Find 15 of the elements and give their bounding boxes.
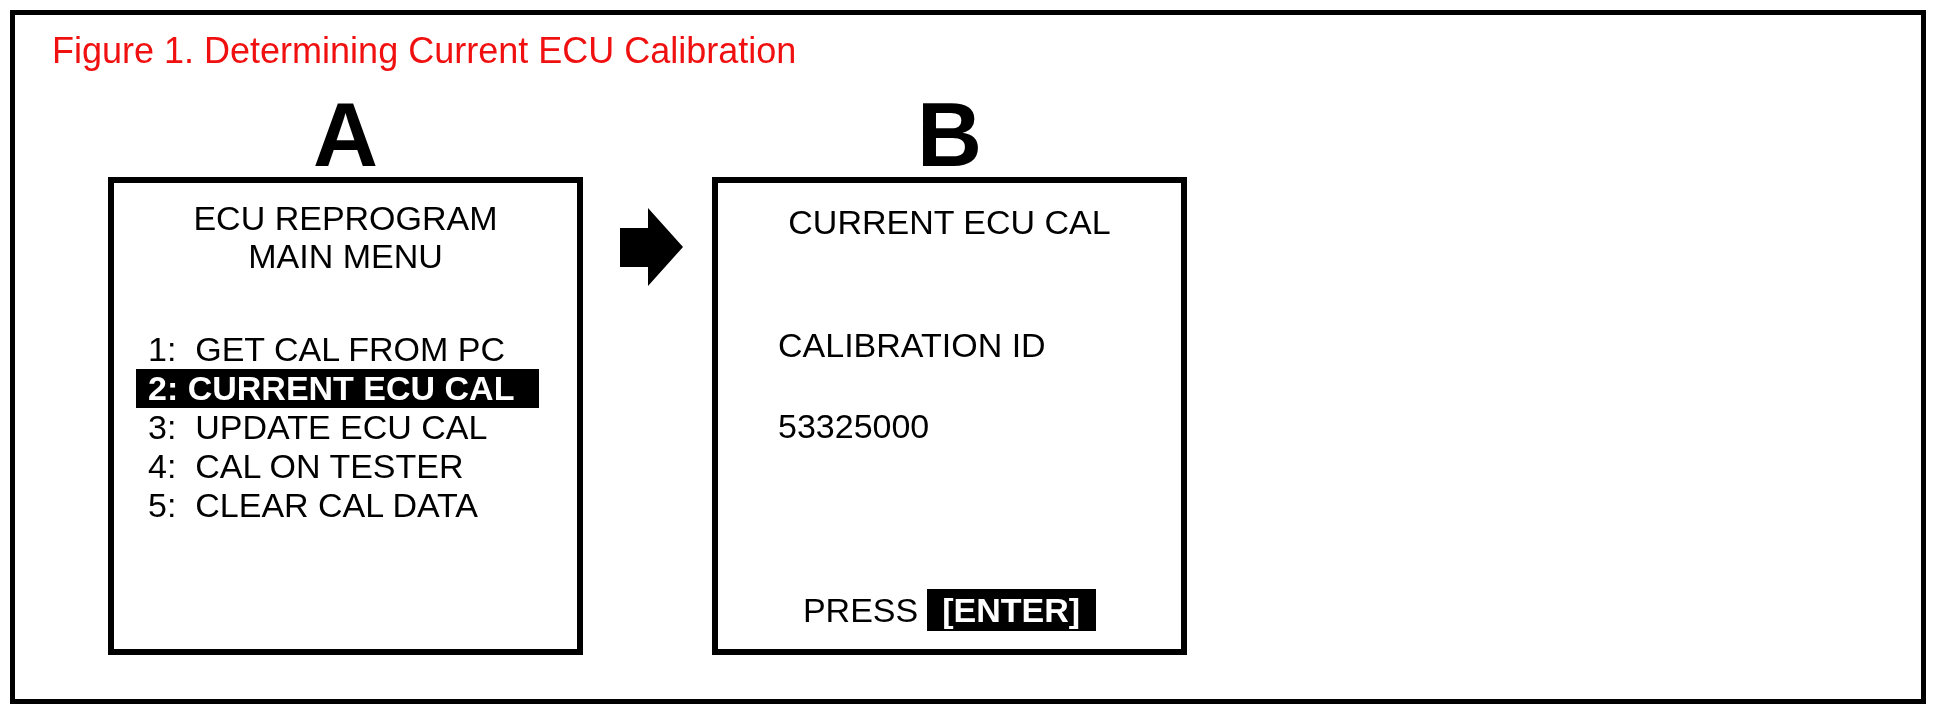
- menu-item[interactable]: 1: GET CAL FROM PC: [136, 330, 539, 369]
- figure-title: Figure 1. Determining Current ECU Calibration: [52, 30, 797, 72]
- panel-label: A: [313, 97, 378, 173]
- right-arrow-icon: [620, 208, 683, 286]
- menu-item[interactable]: 2: CURRENT ECU CAL: [136, 369, 539, 408]
- menu-item[interactable]: 5: CLEAR CAL DATA: [136, 486, 539, 525]
- field-label: CALIBRATION ID: [778, 326, 1046, 364]
- menu-item[interactable]: 3: UPDATE ECU CAL: [136, 408, 539, 447]
- screen-title: CURRENT ECU CAL: [788, 203, 1111, 241]
- screen-title: ECU REPROGRAM MAIN MENU: [193, 199, 498, 275]
- key-label: [ENTER]: [927, 589, 1097, 631]
- panel-label: B: [917, 97, 982, 173]
- prompt-text: PRESS: [802, 590, 919, 631]
- field-value: 53325000: [778, 407, 930, 445]
- menu-item[interactable]: 4: CAL ON TESTER: [136, 447, 539, 486]
